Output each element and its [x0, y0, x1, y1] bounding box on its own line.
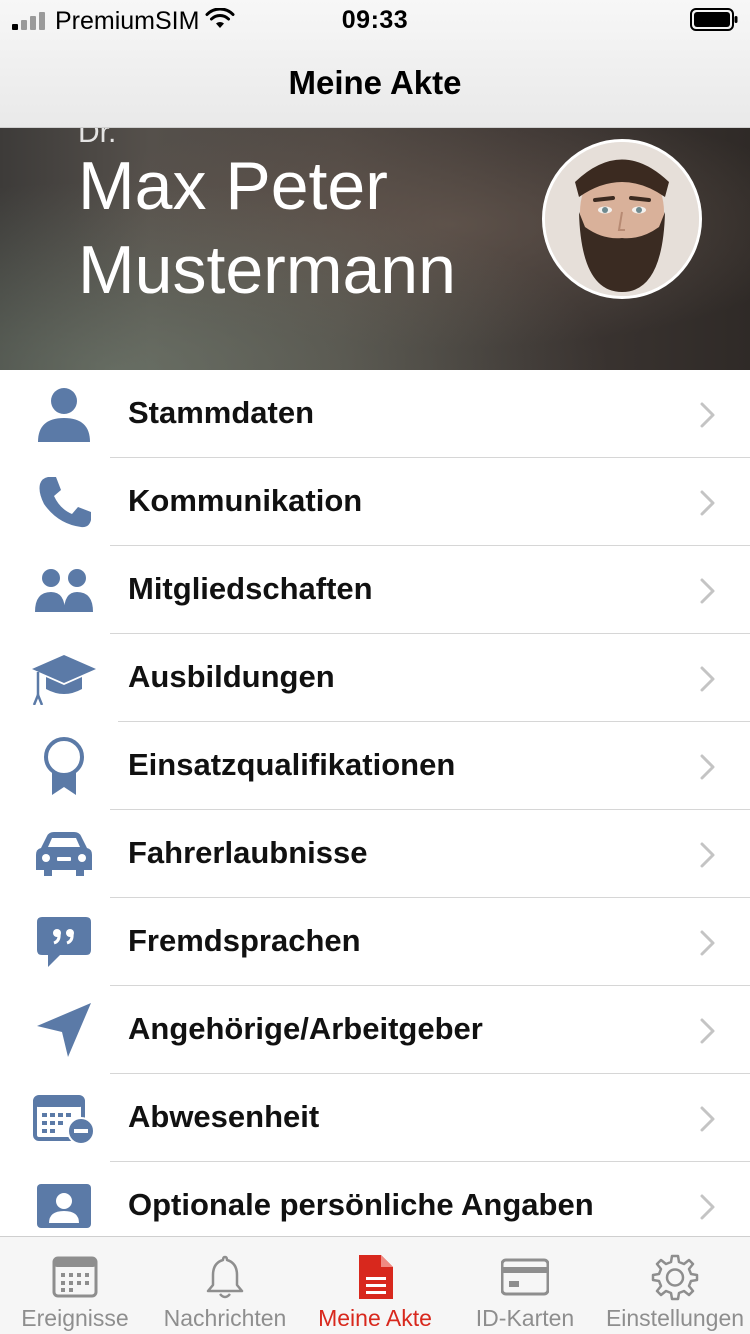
tab-label: Einstellungen: [605, 1305, 745, 1331]
id-card-icon: [501, 1258, 549, 1296]
tab-label: Meine Akte: [318, 1305, 432, 1331]
chevron-right-icon: [700, 754, 715, 780]
contact-card-icon: [30, 1178, 98, 1234]
tab-bar: Ereignisse Nachrichten Meine Akte ID-Kar…: [0, 1236, 750, 1334]
car-icon: [30, 826, 98, 882]
quote-bubble-icon: [30, 914, 98, 970]
menu-item-label: Fremdsprachen: [128, 923, 361, 958]
battery-icon: [690, 8, 738, 31]
graduation-cap-icon: [30, 650, 98, 706]
gear-icon: [651, 1254, 699, 1301]
tab-meine-akte[interactable]: Meine Akte: [300, 1237, 450, 1334]
document-icon: [359, 1255, 393, 1299]
calendar-minus-icon: [30, 1090, 98, 1146]
menu-item-kommunikation[interactable]: Kommunikation: [0, 458, 750, 546]
menu-item-ausbildungen[interactable]: Ausbildungen: [0, 634, 750, 722]
avatar-portrait-image: [545, 142, 699, 296]
chevron-right-icon: [700, 490, 715, 516]
menu-item-abwesenheit[interactable]: Abwesenheit: [0, 1074, 750, 1162]
menu-item-label: Ausbildungen: [128, 659, 335, 694]
phone-icon: [30, 474, 98, 530]
avatar[interactable]: [542, 139, 702, 299]
tab-id-karten[interactable]: ID-Karten: [450, 1237, 600, 1334]
person-icon: [30, 386, 98, 442]
status-time: 09:33: [341, 6, 409, 34]
menu-item-label: Stammdaten: [128, 395, 315, 430]
chevron-right-icon: [700, 1106, 715, 1132]
chevron-right-icon: [700, 1194, 715, 1220]
profile-name: Max Peter Mustermann: [78, 148, 456, 308]
menu-item-label: Fahrerlaubnisse: [128, 835, 368, 870]
menu-item-stammdaten[interactable]: Stammdaten: [0, 370, 750, 458]
location-arrow-icon: [30, 1002, 98, 1058]
menu-item-mitgliedschaften[interactable]: Mitgliedschaften: [0, 546, 750, 634]
menu-item-einsatzqualifikationen[interactable]: Einsatzqualifikationen: [0, 722, 750, 810]
menu-item-fahrerlaubnisse[interactable]: Fahrerlaubnisse: [0, 810, 750, 898]
tab-ereignisse[interactable]: Ereignisse: [0, 1237, 150, 1334]
menu-item-label: Einsatzqualifikationen: [128, 747, 456, 782]
chevron-right-icon: [700, 402, 715, 428]
bell-icon: [206, 1255, 244, 1299]
page-title: Meine Akte: [288, 64, 462, 101]
chevron-right-icon: [700, 842, 715, 868]
chevron-right-icon: [700, 578, 715, 604]
award-ribbon-icon: [30, 737, 98, 795]
tab-nachrichten[interactable]: Nachrichten: [150, 1237, 300, 1334]
menu-item-optionale-angaben[interactable]: Optionale persönliche Angaben: [0, 1162, 750, 1236]
tab-einstellungen[interactable]: Einstellungen: [600, 1237, 750, 1334]
menu-item-label: Abwesenheit: [128, 1099, 320, 1134]
chevron-right-icon: [700, 1018, 715, 1044]
menu-item-label: Optionale persönliche Angaben: [128, 1187, 594, 1222]
menu-item-fremdsprachen[interactable]: Fremdsprachen: [0, 898, 750, 986]
tab-label: ID-Karten: [475, 1305, 575, 1331]
group-icon: [30, 562, 98, 618]
profile-header: Dr. Max Peter Mustermann: [0, 128, 750, 370]
top-bar: PremiumSIM 09:33 Meine Akte: [0, 0, 750, 128]
menu-item-angehoerige-arbeitgeber[interactable]: Angehörige/Arbeitgeber: [0, 986, 750, 1074]
tab-label: Nachrichten: [163, 1305, 287, 1331]
chevron-right-icon: [700, 666, 715, 692]
menu-item-label: Mitgliedschaften: [128, 571, 373, 606]
menu-item-label: Angehörige/Arbeitgeber: [128, 1011, 483, 1046]
menu-list: Stammdaten Kommunikation Mitgliedschafte…: [0, 370, 750, 1236]
tab-label: Ereignisse: [21, 1305, 129, 1331]
calendar-icon: [52, 1256, 98, 1298]
menu-item-label: Kommunikation: [128, 483, 363, 518]
chevron-right-icon: [700, 930, 715, 956]
status-bar: PremiumSIM 09:33: [0, 0, 750, 40]
